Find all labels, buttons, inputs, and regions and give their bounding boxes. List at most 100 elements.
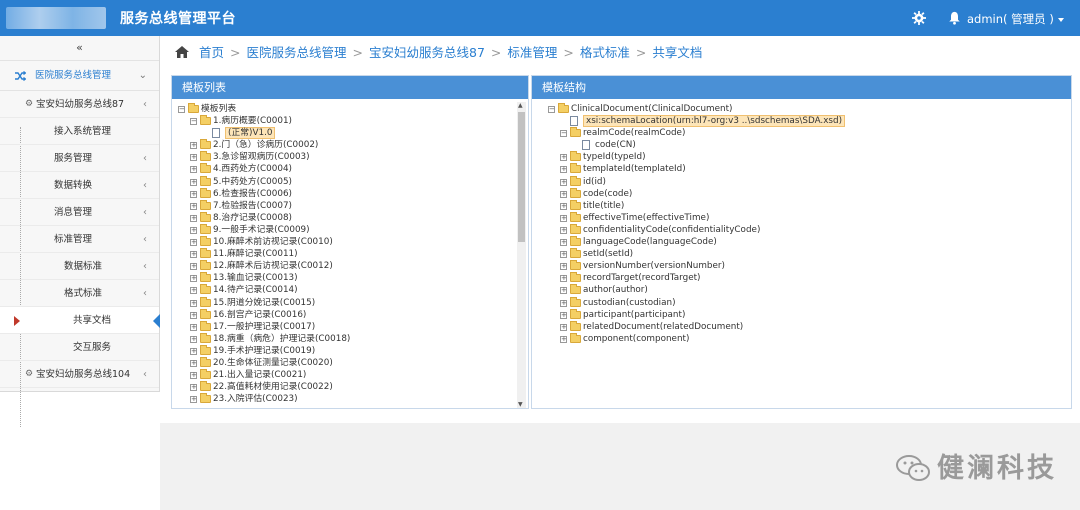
expand-icon[interactable]: + <box>190 384 197 392</box>
expand-icon[interactable]: + <box>560 299 567 307</box>
collapse-icon[interactable]: − <box>560 130 567 138</box>
bell-icon[interactable] <box>948 11 961 25</box>
sidebar-item-hospital-bus[interactable]: 医院服务总线管理 ⌄ <box>0 61 159 91</box>
tree-node[interactable]: + participant(participant) <box>532 308 1071 321</box>
expand-icon[interactable]: + <box>560 251 567 259</box>
tree-node[interactable]: + languageCode(languageCode) <box>532 236 1071 248</box>
tree-node[interactable]: + templateId(templateId) <box>532 163 1071 175</box>
expand-icon[interactable]: + <box>190 359 197 367</box>
tree-node[interactable]: +2.门（急）诊病历(C0002) <box>172 139 528 151</box>
tree-node[interactable]: +16.剖宫产记录(C0016) <box>172 308 528 321</box>
expand-icon[interactable]: + <box>190 202 197 210</box>
tree-node[interactable]: +9.一般手术记录(C0009) <box>172 223 528 236</box>
expand-icon[interactable]: + <box>560 275 567 283</box>
tree-node[interactable]: + recordTarget(recordTarget) <box>532 272 1071 284</box>
expand-icon[interactable]: + <box>560 202 567 210</box>
expand-icon[interactable]: + <box>190 275 197 283</box>
tree-node[interactable]: + versionNumber(versionNumber) <box>532 260 1071 272</box>
expand-icon[interactable]: + <box>190 239 197 247</box>
user-menu[interactable]: admin( 管理员 ) <box>967 11 1064 27</box>
tree-node[interactable]: − 1.病历概要(C0001) <box>172 115 528 127</box>
sidebar-item[interactable]: ⚙ 宝安妇幼服务总线87 ‹ <box>0 91 159 118</box>
expand-icon[interactable]: + <box>190 178 197 186</box>
expand-icon[interactable]: + <box>190 311 197 319</box>
breadcrumb-link[interactable]: 首页 <box>199 45 224 60</box>
tree-node[interactable]: +13.输血记录(C0013) <box>172 272 528 284</box>
expand-icon[interactable]: + <box>560 190 567 198</box>
tree-node[interactable]: +15.阴道分娩记录(C0015) <box>172 296 528 309</box>
breadcrumb-link[interactable]: 共享文档 <box>652 45 702 60</box>
expand-icon[interactable]: + <box>560 154 567 162</box>
gear-icon[interactable] <box>912 11 926 25</box>
expand-icon[interactable]: + <box>560 323 567 331</box>
expand-icon[interactable]: + <box>190 166 197 174</box>
tree-node[interactable]: + relatedDocument(relatedDocument) <box>532 320 1071 333</box>
tree-node[interactable]: +6.检查报告(C0006) <box>172 187 528 200</box>
expand-icon[interactable]: + <box>560 335 567 343</box>
sidebar-item[interactable]: 标准管理 ‹ <box>0 226 159 253</box>
tree-node[interactable]: xsi:schemaLocation(urn:hl7-org:v3 ..\sds… <box>532 115 1071 128</box>
expand-icon[interactable]: + <box>560 178 567 186</box>
sidebar-item[interactable]: 共享文档 <box>0 307 160 334</box>
sidebar-item[interactable]: 接入系统管理 <box>0 118 159 145</box>
tree-node[interactable]: +12.麻醉术后访视记录(C0012) <box>172 260 528 272</box>
expand-icon[interactable]: + <box>190 372 197 380</box>
tree-node[interactable]: +17.一般护理记录(C0017) <box>172 320 528 333</box>
tree-node[interactable]: + setId(setId) <box>532 248 1071 260</box>
expand-icon[interactable]: + <box>190 287 197 295</box>
expand-icon[interactable]: + <box>560 226 567 234</box>
tree-root[interactable]: − 模板列表 <box>172 103 528 115</box>
tree-node[interactable]: +19.手术护理记录(C0019) <box>172 344 528 357</box>
tree-node[interactable]: + code(code) <box>532 187 1071 200</box>
expand-icon[interactable]: + <box>190 396 197 404</box>
expand-icon[interactable]: + <box>190 263 197 271</box>
expand-icon[interactable]: + <box>190 251 197 259</box>
collapse-icon[interactable]: − <box>190 118 197 126</box>
tree-node[interactable]: +10.麻醉术前访视记录(C0010) <box>172 236 528 248</box>
expand-icon[interactable]: + <box>190 299 197 307</box>
expand-icon[interactable]: + <box>190 142 197 150</box>
expand-icon[interactable]: + <box>190 154 197 162</box>
breadcrumb-link[interactable]: 标准管理 <box>507 45 557 60</box>
tree-root[interactable]: − ClinicalDocument(ClinicalDocument) <box>532 103 1071 115</box>
expand-icon[interactable]: + <box>560 263 567 271</box>
expand-icon[interactable]: + <box>190 214 197 222</box>
sidebar-item[interactable]: 交互服务 <box>0 334 159 361</box>
expand-icon[interactable]: + <box>560 166 567 174</box>
tree-node[interactable]: − realmCode(realmCode) <box>532 127 1071 139</box>
collapse-icon[interactable]: − <box>178 106 185 113</box>
tree-node[interactable]: (正常)V1.0 <box>172 127 528 140</box>
tree-node[interactable]: +3.急诊留观病历(C0003) <box>172 151 528 163</box>
sidebar-collapse-button[interactable]: « <box>0 36 159 61</box>
tree-node[interactable]: +20.生命体征测量记录(C0020) <box>172 356 528 369</box>
expand-icon[interactable]: + <box>560 239 567 247</box>
vertical-scrollbar[interactable]: ▲ ▼ <box>517 102 526 408</box>
collapse-icon[interactable]: − <box>548 106 555 113</box>
breadcrumb-link[interactable]: 医院服务总线管理 <box>246 45 346 60</box>
scroll-up-icon[interactable]: ▲ <box>518 102 523 109</box>
scrollbar-thumb[interactable] <box>518 112 525 242</box>
tree-node[interactable]: + id(id) <box>532 175 1071 188</box>
tree-node[interactable]: + custodian(custodian) <box>532 296 1071 309</box>
tree-node[interactable]: + confidentialityCode(confidentialityCode… <box>532 223 1071 236</box>
tree-node[interactable]: + typeId(typeId) <box>532 151 1071 163</box>
expand-icon[interactable]: + <box>560 287 567 295</box>
scroll-down-icon[interactable]: ▼ <box>518 401 523 408</box>
expand-icon[interactable]: + <box>560 214 567 222</box>
tree-node[interactable]: + effectiveTime(effectiveTime) <box>532 211 1071 224</box>
breadcrumb-link[interactable]: 宝安妇幼服务总线87 <box>369 45 485 60</box>
tree-node[interactable]: +23.入院评估(C0023) <box>172 393 528 405</box>
tree-node[interactable]: +14.待产记录(C0014) <box>172 284 528 296</box>
expand-icon[interactable]: + <box>190 347 197 355</box>
tree-node[interactable]: +18.病重（病危）护理记录(C0018) <box>172 332 528 345</box>
tree-node[interactable]: + title(title) <box>532 199 1071 212</box>
tree-node[interactable]: code(CN) <box>532 139 1071 151</box>
tree-node[interactable]: +7.检验报告(C0007) <box>172 199 528 212</box>
expand-icon[interactable]: + <box>190 226 197 234</box>
sidebar-item[interactable]: 数据标准 ‹ <box>0 253 159 280</box>
sidebar-item[interactable]: 服务管理 ‹ <box>0 145 159 172</box>
sidebar-item[interactable]: 消息管理 ‹ <box>0 199 159 226</box>
tree-node[interactable]: +5.中药处方(C0005) <box>172 175 528 188</box>
tree-node[interactable]: +22.高值耗材使用记录(C0022) <box>172 381 528 393</box>
tree-node[interactable]: + component(component) <box>532 332 1071 345</box>
